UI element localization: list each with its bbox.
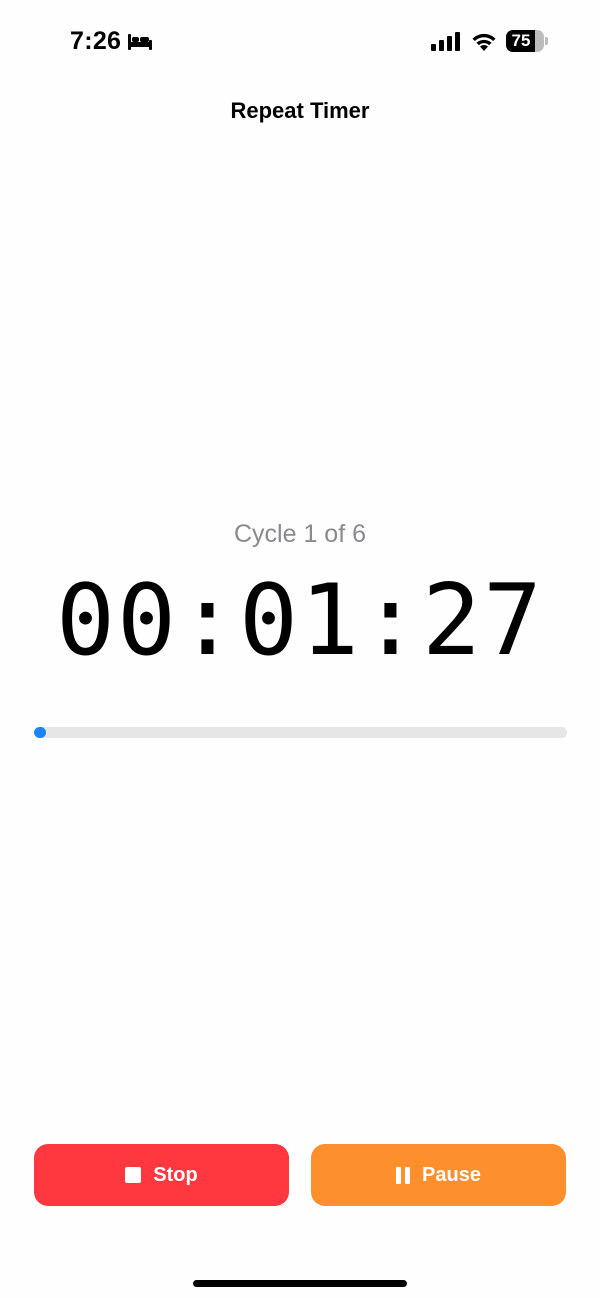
page-title: Repeat Timer	[230, 98, 370, 123]
timer-display: 00:01:27	[55, 564, 544, 678]
status-bar: 7:26 75	[0, 0, 600, 84]
status-indicators: 75	[430, 26, 548, 56]
stop-button-label: Stop	[153, 1163, 198, 1186]
battery-cap	[545, 37, 548, 45]
wifi-icon	[472, 33, 496, 51]
home-indicator[interactable]	[193, 1280, 407, 1287]
timer-progress-bar	[34, 727, 567, 738]
pause-icon	[396, 1166, 411, 1184]
status-time: 7:26	[70, 26, 122, 55]
battery-indicator: 75	[506, 30, 548, 52]
stop-button[interactable]: Stop	[34, 1144, 289, 1206]
stop-icon	[125, 1167, 142, 1183]
bed-icon	[128, 34, 153, 50]
pause-button[interactable]: Pause	[311, 1144, 566, 1206]
cycle-label: Cycle 1 of 6	[233, 520, 366, 548]
repeat-timer-screen: 7:26 75 Repeat Timer Cycle 1 of 6 00:01:…	[0, 0, 600, 1299]
battery-level: 75	[511, 31, 531, 50]
cellular-signal-icon	[431, 32, 460, 51]
pause-button-label: Pause	[422, 1163, 481, 1186]
battery-body: 75	[506, 30, 544, 52]
status-time-group: 7:26	[70, 26, 153, 56]
timer-progress-fill	[34, 727, 46, 738]
